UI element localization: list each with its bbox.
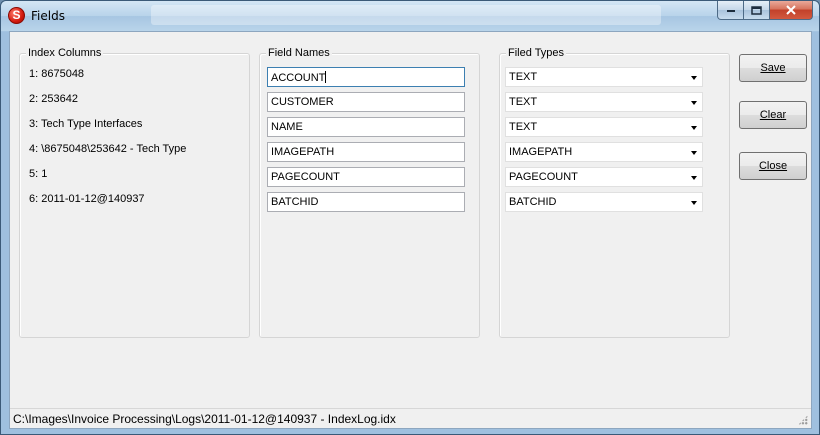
fields-window: S Fields Index Columns 1: 8675048 2: 253… [0,0,820,435]
field-type-select[interactable]: BATCHID [505,192,703,212]
chevron-down-icon [691,151,697,155]
field-name-input-account[interactable]: ACCOUNT [267,67,465,87]
background-window-ghost [151,5,661,25]
close-icon[interactable] [770,1,813,20]
index-column-item: 5: 1 [29,168,48,180]
chevron-down-icon [691,201,697,205]
field-name-input-imagepath[interactable]: IMAGEPATH [267,142,465,162]
client-area: Index Columns 1: 8675048 2: 253642 3: Te… [9,31,812,429]
field-type-value: PAGECOUNT [509,171,578,183]
index-columns-title: Index Columns [26,47,104,59]
field-type-select[interactable]: TEXT [505,117,703,137]
minimize-glyph [726,10,735,12]
resize-grip-icon[interactable] [798,415,808,425]
field-type-value: TEXT [509,121,538,133]
chevron-down-icon [691,176,697,180]
field-names-title: Field Names [266,47,332,59]
close-glyph [786,5,796,15]
status-path: C:\Images\Invoice Processing\Logs\2011-0… [13,412,396,426]
caption-buttons [717,1,813,20]
field-name-input-name[interactable]: NAME [267,117,465,137]
text-caret [325,71,327,83]
chevron-down-icon [691,101,697,105]
minimize-icon[interactable] [717,1,744,20]
status-bar: C:\Images\Invoice Processing\Logs\2011-0… [10,408,811,428]
field-name-value: ACCOUNT [271,72,326,84]
window-title: Fields [31,9,65,23]
field-type-value: BATCHID [509,196,557,208]
index-column-item: 2: 253642 [29,93,78,105]
field-type-value: TEXT [509,71,538,83]
field-type-select[interactable]: TEXT [505,92,703,112]
save-button[interactable]: Save [739,54,807,82]
app-logo-icon: S [8,7,25,24]
index-columns-group: Index Columns 1: 8675048 2: 253642 3: Te… [19,47,250,338]
field-name-input-customer[interactable]: CUSTOMER [267,92,465,112]
index-column-item: 4: \8675048\253642 - Tech Type [29,143,187,155]
maximize-glyph [751,5,762,15]
field-type-select[interactable]: IMAGEPATH [505,142,703,162]
field-types-group: Filed Types TEXT TEXT TEXT IMAGEPATH PAG… [499,47,730,338]
index-column-item: 3: Tech Type Interfaces [29,118,143,130]
field-types-title: Filed Types [506,47,567,59]
chevron-down-icon [691,76,697,80]
clear-button[interactable]: Clear [739,101,807,129]
field-type-value: IMAGEPATH [509,146,573,158]
field-name-input-pagecount[interactable]: PAGECOUNT [267,167,465,187]
field-names-group: Field Names ACCOUNT CUSTOMER NAME IMAGEP… [259,47,480,338]
chevron-down-icon [691,126,697,130]
field-type-select[interactable]: PAGECOUNT [505,167,703,187]
index-column-item: 6: 2011-01-12@140937 [29,193,145,205]
title-bar[interactable]: S Fields [1,1,819,31]
field-type-select[interactable]: TEXT [505,67,703,87]
field-type-value: TEXT [509,96,538,108]
close-button[interactable]: Close [739,152,807,180]
maximize-icon[interactable] [744,1,770,20]
index-column-item: 1: 8675048 [29,68,85,80]
field-name-input-batchid[interactable]: BATCHID [267,192,465,212]
